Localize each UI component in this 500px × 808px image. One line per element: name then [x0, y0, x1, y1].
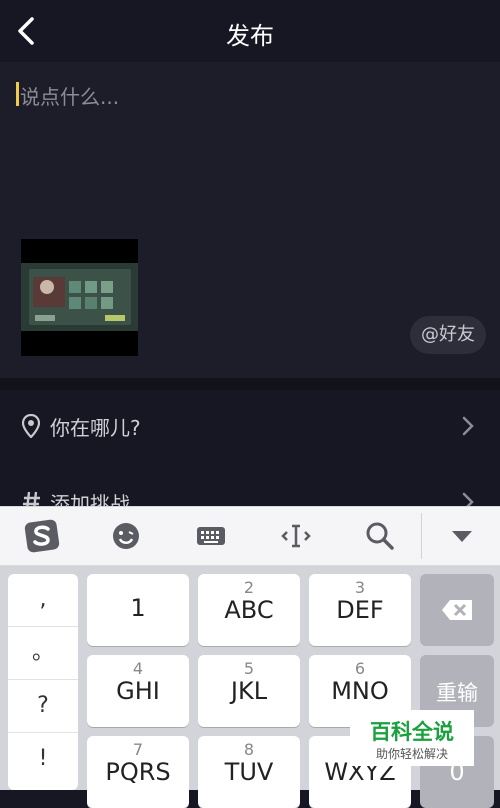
backspace-key[interactable]: [420, 574, 494, 646]
backspace-icon: [442, 600, 472, 620]
key-letters: JKL: [230, 677, 268, 705]
key-4[interactable]: 4 GHI: [87, 655, 189, 727]
punct-key[interactable]: !: [8, 733, 78, 785]
key-number: 8: [243, 740, 255, 759]
punct-key[interactable]: 。: [8, 627, 78, 680]
key-7[interactable]: 7 PQRS: [87, 736, 189, 808]
chevron-right-icon: [462, 416, 474, 436]
compose-area[interactable]: 说点什么... @好友: [0, 62, 500, 378]
punct-key[interactable]: ,: [8, 574, 78, 627]
mention-friend-button[interactable]: @好友: [410, 316, 486, 354]
watermark-title: 百科全说: [370, 720, 454, 744]
search-icon[interactable]: [364, 520, 396, 552]
key-1[interactable]: 1: [87, 574, 189, 646]
header-bar: 发布: [0, 0, 500, 62]
caption-input-placeholder[interactable]: 说点什么...: [20, 81, 119, 110]
emoji-icon[interactable]: [110, 520, 142, 552]
key-number: 6: [354, 659, 366, 678]
punctuation-column[interactable]: , 。 ? !: [8, 574, 78, 790]
key-letters: DEF: [336, 596, 384, 624]
video-thumbnail-image: [21, 239, 138, 356]
key-3[interactable]: 3 DEF: [309, 574, 411, 646]
keyboard-icon[interactable]: [195, 520, 227, 552]
key-2[interactable]: 2 ABC: [198, 574, 300, 646]
keyboard-toolbar: [0, 506, 500, 566]
sogou-logo-icon[interactable]: [24, 518, 60, 554]
key-number: 7: [132, 740, 144, 759]
key-label: 1: [130, 594, 146, 622]
section-divider: [0, 378, 500, 390]
location-pin-icon: [22, 414, 40, 438]
location-label: 你在哪儿?: [50, 416, 141, 440]
key-letters: PQRS: [105, 758, 171, 786]
page-title: 发布: [226, 22, 274, 50]
watermark-subtitle: 助你轻松解决: [375, 747, 448, 761]
key-letters: MNO: [331, 677, 389, 705]
watermark-logo: 百科全说 助你轻松解决: [350, 710, 474, 766]
key-8[interactable]: 8 TUV: [198, 736, 300, 808]
key-5[interactable]: 5 JKL: [198, 655, 300, 727]
key-letters: ABC: [224, 596, 274, 624]
location-row[interactable]: 你在哪儿?: [0, 390, 500, 462]
text-cursor: [16, 82, 19, 106]
punct-key[interactable]: ?: [8, 680, 78, 733]
key-letters: GHI: [116, 677, 160, 705]
collapse-icon[interactable]: [446, 520, 478, 552]
toolbar-divider: [421, 513, 422, 559]
key-number: 5: [243, 659, 255, 678]
key-number: 4: [132, 659, 144, 678]
cursor-move-icon[interactable]: [280, 520, 312, 552]
key-letters: TUV: [224, 758, 274, 786]
reenter-label: 重输: [436, 681, 478, 705]
key-number: 3: [354, 578, 366, 597]
video-thumbnail[interactable]: [21, 239, 138, 356]
key-number: 2: [243, 578, 255, 597]
